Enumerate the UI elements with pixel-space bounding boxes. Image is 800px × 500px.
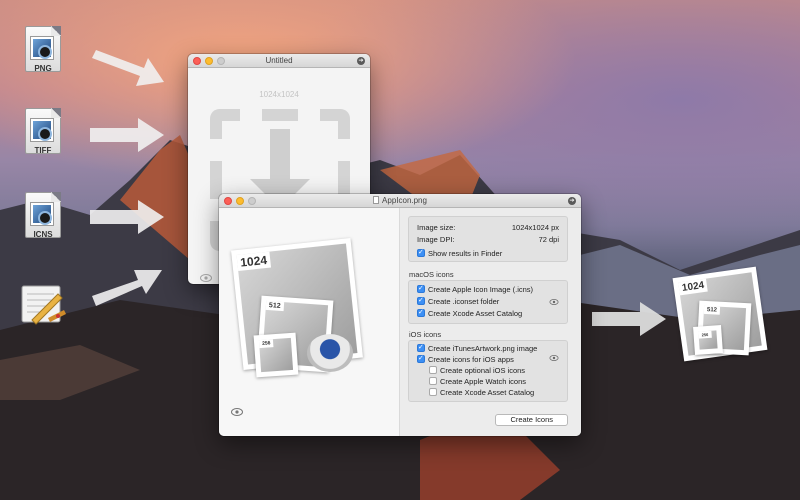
create-icns-label: Create Apple Icon Image (.icns) [428,285,534,294]
share-icon[interactable]: ➔ [357,57,365,65]
create-ios-asset-catalog-checkbox[interactable]: Create Xcode Asset Catalog [429,388,534,397]
icns-file-label: ICNS [33,230,53,239]
close-button[interactable] [193,57,201,65]
create-optional-ios-label: Create optional iOS icons [440,366,526,375]
zoom-button[interactable] [217,57,225,65]
tiff-file-icon: TIFF [22,108,64,160]
preview-256-label: 256 [258,339,274,349]
image-dpi-label: Image DPI: [417,235,455,244]
arrow-icon [92,50,164,86]
create-itunesartwork-checkbox[interactable]: Create iTunesArtwork.png image [417,343,538,353]
zoom-button[interactable] [248,197,256,205]
preview-1024-label: 1024 [236,251,271,271]
checkbox-unchecked-icon[interactable] [429,377,437,385]
image-size-value: 1024x1024 px [511,223,559,232]
icns-file-icon: ICNS [22,192,64,244]
checkbox-checked-icon[interactable] [417,296,425,305]
result-icon-preview: 1024 512 256 [672,262,782,372]
macos-preview-eye-icon[interactable] [549,299,559,305]
appicon-window[interactable]: AppIcon.png ➔ 1024 512 256 Image size: 1… [219,194,581,436]
create-itunesartwork-label: Create iTunesArtwork.png image [428,344,538,353]
ios-section-title: iOS icons [409,330,442,339]
image-info-group: Image size: 1024x1024 px Image DPI: 72 d… [408,216,568,262]
preview-256-card: 256 [253,332,299,378]
checkbox-unchecked-icon[interactable] [429,366,437,374]
ios-preview-eye-icon[interactable] [549,355,559,361]
arrow-icon [90,118,164,152]
checkbox-unchecked-icon[interactable] [429,388,437,396]
tiff-file-label: TIFF [34,146,52,155]
document-icon [373,196,380,204]
create-icons-button[interactable]: Create Icons [495,414,568,426]
create-ios-asset-catalog-label: Create Xcode Asset Catalog [440,388,535,397]
tape-roll-icon [307,334,353,372]
show-results-checkbox[interactable]: Show results in Finder [417,248,503,258]
checkbox-checked-icon[interactable] [417,248,425,257]
ios-icons-group: Create iTunesArtwork.png image Create ic… [408,340,568,402]
checkbox-checked-icon[interactable] [417,308,425,317]
window-title: Untitled [265,56,293,65]
macos-icons-group: Create Apple Icon Image (.icns) Create .… [408,280,568,324]
minimize-button[interactable] [236,197,244,205]
create-ios-icons-label: Create icons for iOS apps [428,355,514,364]
image-size-label: Image size: [417,223,456,232]
arrow-icon [92,270,162,306]
show-results-label: Show results in Finder [428,249,503,258]
share-icon[interactable]: ➔ [568,197,576,205]
create-iconset-label: Create .iconset folder [428,297,500,306]
preview-eye-icon[interactable] [231,408,243,416]
result-256-card: 256 [693,325,723,355]
create-icns-checkbox[interactable]: Create Apple Icon Image (.icns) [417,284,534,294]
macos-section-title: macOS icons [409,270,454,279]
minimize-button[interactable] [205,57,213,65]
close-button[interactable] [224,197,232,205]
arrow-icon [592,302,666,336]
untitled-titlebar[interactable]: Untitled ➔ [188,54,370,68]
drop-size-hint: 1024x1024 [259,90,299,99]
create-ios-icons-checkbox[interactable]: Create icons for iOS apps [417,354,514,364]
create-optional-ios-checkbox[interactable]: Create optional iOS icons [429,366,525,375]
result-512-label: 512 [703,305,721,315]
preview-512-label: 512 [265,300,284,312]
preview-eye-icon[interactable] [200,274,212,282]
checkbox-checked-icon[interactable] [417,354,425,363]
options-pane: Image size: 1024x1024 px Image DPI: 72 d… [399,208,581,436]
create-watch-icons-label: Create Apple Watch icons [440,377,527,386]
checkbox-checked-icon[interactable] [417,284,425,293]
create-macos-asset-catalog-checkbox[interactable]: Create Xcode Asset Catalog [417,308,523,318]
png-file-icon: PNG [22,26,64,78]
arrow-icon [90,200,164,234]
checkbox-checked-icon[interactable] [417,343,425,352]
window-title: AppIcon.png [382,196,427,205]
image-preview-pane: 1024 512 256 [219,208,399,436]
image-dpi-value: 72 dpi [538,235,559,244]
app-document-icon [18,280,70,330]
result-256-label: 256 [698,330,712,339]
create-macos-asset-catalog-label: Create Xcode Asset Catalog [428,309,523,318]
create-iconset-checkbox[interactable]: Create .iconset folder [417,296,500,306]
png-file-label: PNG [34,64,52,73]
appicon-titlebar[interactable]: AppIcon.png ➔ [219,194,581,208]
create-watch-icons-checkbox[interactable]: Create Apple Watch icons [429,377,526,386]
